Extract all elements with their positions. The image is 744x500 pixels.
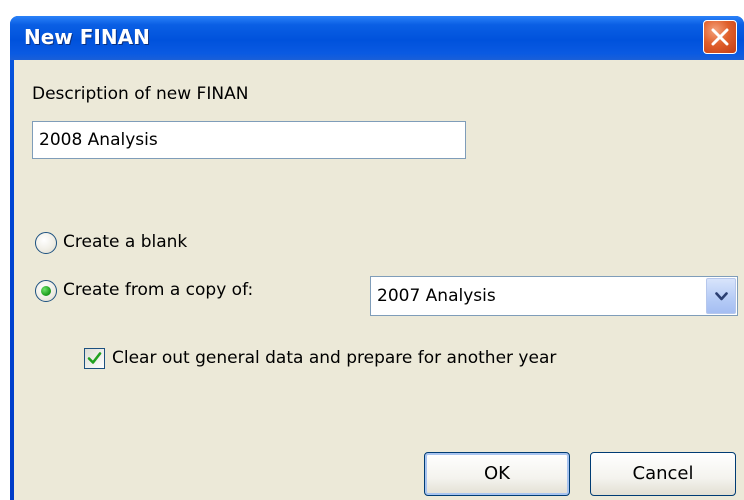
create-blank-label[interactable]: Create a blank (63, 232, 187, 252)
close-icon (711, 28, 729, 46)
ok-button[interactable]: OK (424, 452, 570, 496)
description-label: Description of new FINAN (32, 84, 249, 104)
create-from-copy-radio[interactable] (35, 280, 57, 302)
create-from-copy-label[interactable]: Create from a copy of: (63, 280, 253, 300)
window-title: New FINAN (24, 25, 150, 49)
source-analysis-select[interactable]: 2007 Analysis (370, 276, 738, 316)
cancel-button[interactable]: Cancel (590, 452, 736, 496)
description-input[interactable]: 2008 Analysis (32, 121, 466, 159)
clear-data-label[interactable]: Clear out general data and prepare for a… (112, 348, 556, 368)
close-button[interactable] (703, 20, 737, 54)
chevron-down-icon (715, 292, 728, 301)
radio-selected-dot (41, 286, 51, 296)
title-bar[interactable]: New FINAN (10, 16, 744, 60)
source-analysis-value: 2007 Analysis (377, 286, 496, 306)
dialog-body: Description of new FINAN 2008 Analysis C… (14, 60, 744, 500)
clear-data-checkbox[interactable] (84, 348, 105, 369)
dropdown-button[interactable] (706, 278, 736, 314)
create-blank-radio[interactable] (35, 232, 57, 254)
dialog-window: New FINAN Description of new FINAN 2008 … (10, 16, 744, 500)
checkmark-icon (87, 352, 102, 364)
